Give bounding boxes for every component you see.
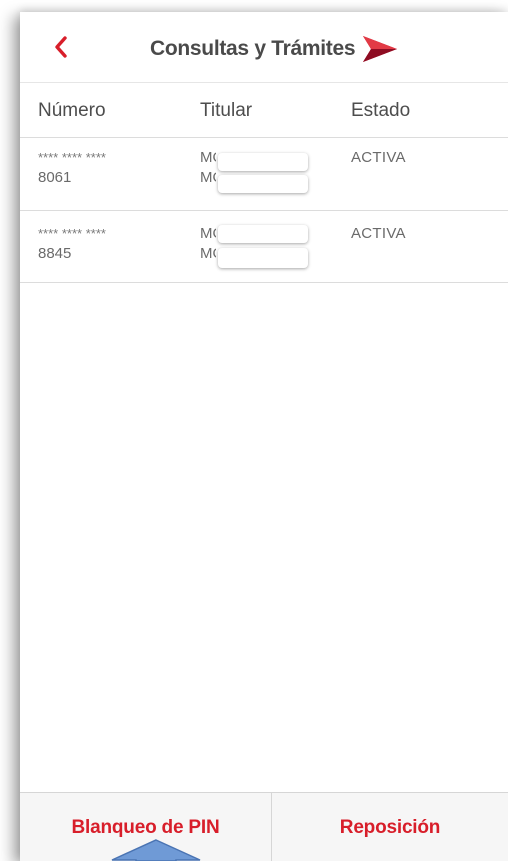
card-number-masked: **** **** **** (38, 150, 106, 165)
redaction-box (218, 248, 308, 268)
back-button[interactable] (46, 30, 76, 64)
top-bar: Consultas y Trámites (20, 12, 508, 83)
redaction-box (218, 225, 308, 243)
card-number-last4: 8061 (38, 169, 72, 186)
titular-line-2: MO (200, 245, 216, 262)
status-badge: ACTIVA (351, 149, 406, 166)
titular-cell: MO MO (200, 224, 216, 264)
app-screen: Consultas y Trámites Número Titular Esta… (20, 12, 508, 861)
annotation-arrow-icon (111, 839, 201, 861)
titular-line-2: MONICA (200, 169, 216, 186)
redaction-box (218, 175, 308, 193)
titular-line-1: MO (200, 149, 216, 166)
bottom-action-bar: Blanqueo de PIN Reposición (20, 792, 508, 861)
chevron-left-icon (55, 36, 67, 58)
status-badge: ACTIVA (351, 225, 406, 242)
card-number-masked: **** **** **** (38, 226, 106, 241)
title-group: Consultas y Trámites (150, 34, 399, 64)
redaction-box (218, 153, 308, 171)
titular-line-1: MO (200, 225, 216, 242)
card-number-cell: **** **** **** 8061 (38, 148, 106, 188)
card-number-last4: 8845 (38, 245, 72, 262)
red-arrowhead-logo-icon (363, 36, 398, 62)
page-title: Consultas y Trámites (150, 37, 356, 60)
column-header-numero: Número (38, 100, 106, 121)
card-number-cell: **** **** **** 8845 (38, 224, 106, 264)
titular-cell: MO MONICA (200, 148, 216, 188)
column-header-estado: Estado (351, 100, 411, 121)
column-header-titular: Titular (200, 100, 253, 121)
table-header: Número Titular Estado (20, 82, 508, 138)
table-row[interactable]: **** **** **** 8061 MO MONICA ACTIVA (20, 138, 508, 211)
table-row[interactable]: **** **** **** 8845 MO MO ACTIVA (20, 210, 508, 283)
reposicion-button[interactable]: Reposición (272, 793, 508, 861)
